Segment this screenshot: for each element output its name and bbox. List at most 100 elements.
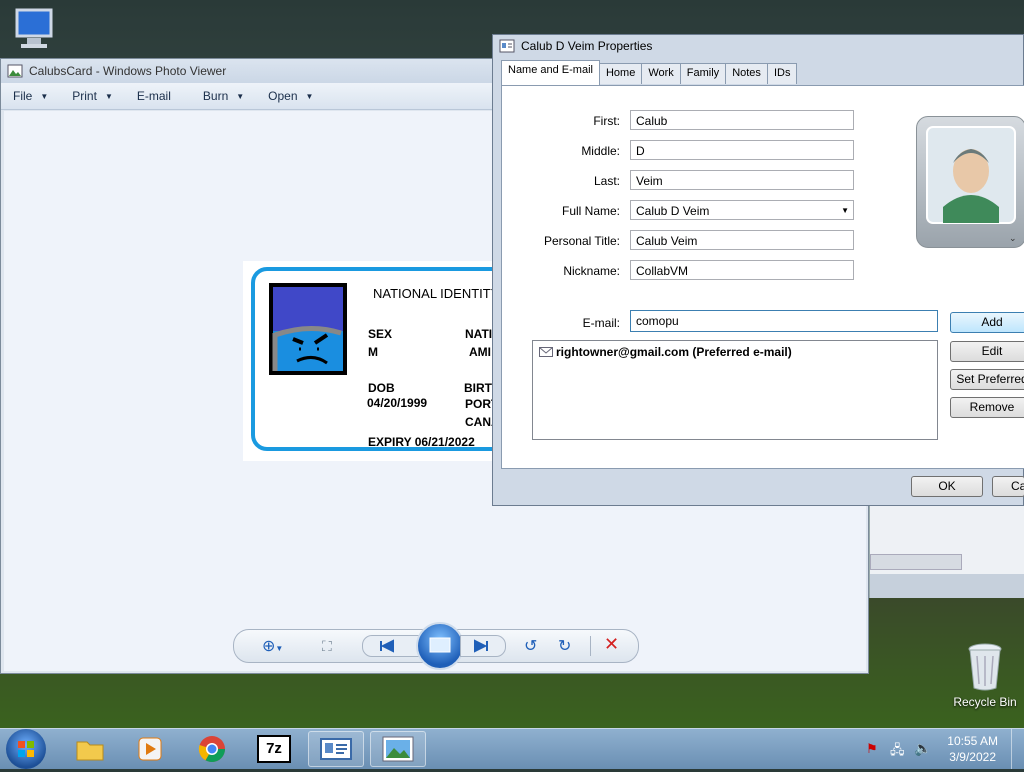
show-desktop-button[interactable] bbox=[1011, 729, 1024, 769]
taskbar-7zip[interactable]: 7z bbox=[246, 731, 302, 767]
tab-notes[interactable]: Notes bbox=[725, 63, 768, 84]
previous-button[interactable] bbox=[362, 635, 420, 657]
clock-time: 10:55 AM bbox=[947, 734, 998, 748]
personal-title-field[interactable]: Calub Veim bbox=[630, 230, 854, 250]
photo-viewer-toolbar: ⊕▼ ⛶ ↺ ↻ ✕ bbox=[233, 622, 639, 670]
email-input[interactable]: comopu bbox=[630, 310, 938, 332]
last-name-field[interactable]: Veim bbox=[630, 170, 854, 190]
edit-button[interactable]: Edit bbox=[950, 341, 1024, 362]
zoom-icon[interactable]: ⊕▼ bbox=[262, 636, 283, 656]
menu-email-label: E-mail bbox=[136, 89, 171, 103]
personal-title-label: Personal Title: bbox=[543, 234, 620, 248]
id-card-dob-value: 04/20/1999 bbox=[367, 396, 428, 410]
horizontal-scrollbar[interactable] bbox=[870, 554, 962, 570]
chevron-down-icon: ▼ bbox=[40, 91, 49, 101]
tab-family[interactable]: Family bbox=[679, 63, 727, 84]
rotate-counterclockwise-icon[interactable]: ↺ bbox=[524, 636, 537, 656]
properties-title: Calub D Veim Properties bbox=[521, 39, 653, 53]
full-name-select[interactable]: Calub D Veim ▼ bbox=[630, 200, 854, 220]
menu-burn[interactable]: Burn ▼ bbox=[191, 84, 256, 108]
chevron-down-icon: ▼ bbox=[305, 91, 314, 101]
tab-home[interactable]: Home bbox=[598, 63, 643, 84]
id-card-heading: NATIONAL IDENTITY bbox=[373, 286, 500, 301]
first-label: First: bbox=[593, 114, 620, 128]
chevron-down-icon[interactable]: ▼ bbox=[841, 201, 849, 221]
remove-button[interactable]: Remove bbox=[950, 397, 1024, 418]
set-preferred-button[interactable]: Set Preferred bbox=[950, 369, 1024, 390]
full-name-label: Full Name: bbox=[561, 204, 620, 218]
id-card-sex-label: SEX bbox=[368, 327, 393, 341]
last-label: Last: bbox=[593, 174, 620, 188]
computer-desktop-icon[interactable] bbox=[10, 6, 60, 54]
taskbar-explorer[interactable] bbox=[62, 731, 118, 767]
tab-ids[interactable]: IDs bbox=[766, 63, 798, 84]
name-and-email-panel: First: Calub Middle: D Last: Veim Full N… bbox=[501, 85, 1024, 469]
person-icon: ⌄ bbox=[926, 126, 1017, 243]
chevron-down-icon: ⌄ bbox=[1009, 233, 1017, 243]
menu-print[interactable]: Print ▼ bbox=[60, 84, 125, 108]
network-icon[interactable]: 🖧 bbox=[890, 741, 905, 763]
taskbar-media-player[interactable] bbox=[122, 731, 178, 767]
windows-logo-icon bbox=[18, 741, 34, 757]
taskbar-contacts[interactable] bbox=[308, 731, 364, 767]
photo-viewer-title: CalubsCard - Windows Photo Viewer bbox=[29, 64, 227, 78]
properties-tabs: Name and E-mail Home Work Family Notes I… bbox=[501, 60, 798, 85]
menu-print-label: Print bbox=[72, 89, 97, 103]
middle-name-field[interactable]: D bbox=[630, 140, 854, 160]
next-icon bbox=[474, 639, 488, 653]
nickname-field[interactable]: CollabVM bbox=[630, 260, 854, 280]
contact-picture[interactable]: ⌄ bbox=[916, 116, 1024, 248]
email-list-entry: rightowner@gmail.com (Preferred e-mail) bbox=[556, 345, 792, 359]
contact-card-icon bbox=[499, 39, 515, 53]
id-card-expiry: EXPIRY 06/21/2022 bbox=[368, 435, 475, 449]
photo-viewer-app-icon bbox=[7, 64, 23, 78]
tab-name-and-email[interactable]: Name and E-mail bbox=[501, 60, 600, 85]
system-clock[interactable]: 10:55 AM 3/9/2022 bbox=[947, 733, 998, 765]
slideshow-button[interactable] bbox=[416, 622, 464, 670]
recycle-bin-label: Recycle Bin bbox=[953, 695, 1017, 709]
ok-button[interactable]: OK bbox=[911, 476, 983, 497]
id-card-dob-label: DOB bbox=[368, 381, 395, 395]
7zip-icon: 7z bbox=[257, 735, 291, 763]
monitor-icon bbox=[15, 8, 53, 48]
delete-icon[interactable]: ✕ bbox=[604, 634, 619, 655]
add-button[interactable]: Add bbox=[950, 312, 1024, 333]
email-list[interactable]: rightowner@gmail.com (Preferred e-mail) bbox=[532, 340, 938, 440]
background-window-fragment bbox=[869, 506, 1024, 598]
menu-file-label: File bbox=[13, 89, 33, 103]
menu-file[interactable]: File ▼ bbox=[1, 84, 60, 108]
folder-icon bbox=[76, 741, 104, 761]
email-label: E-mail: bbox=[582, 316, 620, 330]
tab-work[interactable]: Work bbox=[641, 63, 681, 84]
recycle-bin-desktop-icon[interactable]: Recycle Bin bbox=[946, 642, 1024, 709]
clock-date: 3/9/2022 bbox=[949, 750, 996, 764]
rotate-clockwise-icon[interactable]: ↻ bbox=[558, 636, 571, 656]
taskbar: 7z ⚑ 🖧 🔈 10:55 AM 3/9/2022 bbox=[0, 728, 1024, 769]
menu-open[interactable]: Open ▼ bbox=[256, 84, 325, 108]
previous-icon bbox=[380, 639, 394, 653]
menu-email[interactable]: E-mail bbox=[125, 84, 183, 108]
cancel-button[interactable]: Ca bbox=[992, 476, 1024, 497]
taskbar-chrome[interactable] bbox=[184, 731, 240, 767]
volume-icon[interactable]: 🔈 bbox=[914, 740, 931, 757]
photo-viewer-icon bbox=[382, 736, 414, 762]
contact-properties-dialog: Calub D Veim Properties Name and E-mail … bbox=[492, 34, 1024, 506]
id-card-photo bbox=[269, 283, 347, 375]
action-center-icon[interactable]: ⚑ bbox=[866, 741, 878, 757]
properties-titlebar[interactable]: Calub D Veim Properties bbox=[493, 35, 1023, 57]
start-button[interactable] bbox=[6, 729, 46, 769]
envelope-icon bbox=[539, 347, 553, 357]
media-player-icon bbox=[138, 737, 162, 761]
middle-label: Middle: bbox=[581, 144, 620, 158]
actual-size-icon[interactable]: ⛶ bbox=[322, 638, 332, 655]
taskbar-photo-viewer[interactable] bbox=[370, 731, 426, 767]
first-name-field[interactable]: Calub bbox=[630, 110, 854, 130]
contact-card-icon bbox=[320, 738, 352, 760]
list-item[interactable]: rightowner@gmail.com (Preferred e-mail) bbox=[539, 345, 931, 359]
toolbar-divider bbox=[590, 636, 591, 656]
id-card-image: NATIONAL IDENTITY SEX M NATI AMI DOB 04/… bbox=[243, 261, 511, 461]
next-button[interactable] bbox=[460, 635, 506, 657]
chevron-down-icon: ▼ bbox=[104, 91, 113, 101]
id-card-face-drawing bbox=[272, 287, 343, 371]
id-card-nat-value: AMI bbox=[469, 345, 491, 359]
